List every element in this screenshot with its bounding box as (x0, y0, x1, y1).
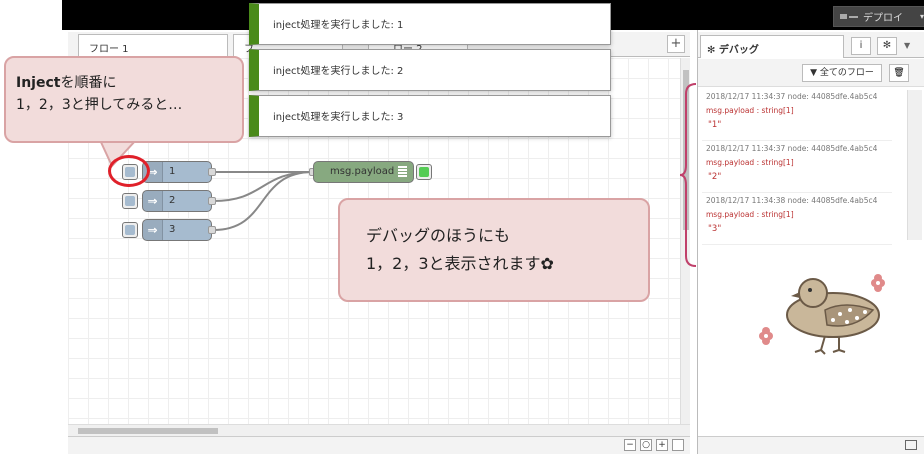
monitor-icon[interactable] (905, 440, 917, 450)
list-icon (398, 166, 407, 178)
zoom-reset-button[interactable]: ○ (640, 439, 652, 451)
tab-debug-label: デバッグ (718, 45, 759, 56)
debug-message: 2018/12/17 11:34:38 node: 44085dfe.4ab5c… (702, 193, 892, 245)
output-port[interactable] (208, 168, 216, 176)
message-value: "1" (708, 120, 722, 130)
callout-strong: Inject (16, 75, 61, 91)
message-value: "3" (708, 224, 722, 234)
inject-node-2[interactable]: ⇒ 2 (142, 190, 212, 212)
trash-icon: 🗑 (893, 68, 905, 78)
chevron-down-icon[interactable]: ▼ (904, 41, 910, 50)
callout-line: 1，2，3と押してみると… (16, 97, 183, 113)
debug-message: 2018/12/17 11:34:37 node: 44085dfe.4ab5c… (702, 89, 892, 141)
output-port[interactable] (208, 226, 216, 234)
message-meta: 2018/12/17 11:34:37 node: 44085dfe.4ab5c… (706, 144, 878, 153)
callout-line: 1，2，3と表示されます✿ (366, 254, 554, 273)
filter-icon: ▼ (810, 68, 818, 78)
wire[interactable] (212, 171, 314, 202)
inject-node-3[interactable]: ⇒ 3 (142, 219, 212, 241)
clear-messages-button[interactable]: 🗑 (889, 64, 909, 82)
callout-debug: デバッグのほうにも 1，2，3と表示されます✿ (338, 198, 650, 302)
debug-message: 2018/12/17 11:34:37 node: 44085dfe.4ab5c… (702, 141, 892, 193)
message-topic: msg.payload : string[1] (706, 106, 794, 115)
info-icon: i (859, 40, 863, 51)
workspace-footer (68, 436, 690, 454)
callout-line: Injectを順番に (16, 72, 232, 94)
message-topic: msg.payload : string[1] (706, 158, 794, 167)
debug-toolbar: ▼ 全てのフロー 🗑 (698, 59, 924, 87)
inject-trigger-button-3[interactable] (122, 222, 138, 238)
message-topic: msg.payload : string[1] (706, 210, 794, 219)
filter-flows-button[interactable]: ▼ 全てのフロー (802, 64, 882, 82)
scroll-thumb[interactable] (78, 428, 218, 434)
debug-node-label: msg.payload (330, 166, 395, 177)
message-value: "2" (708, 172, 722, 182)
message-meta: 2018/12/17 11:34:37 node: 44085dfe.4ab5c… (706, 92, 878, 101)
output-port[interactable] (208, 197, 216, 205)
tab-info[interactable]: i (851, 37, 871, 55)
tab-debug-small[interactable]: ✻ (877, 37, 897, 55)
callout-line: デバッグのほうにも (366, 226, 511, 245)
bird-illustration (759, 274, 885, 355)
notification-2: inject処理を実行しました: 2 (249, 49, 611, 91)
navigator-icon[interactable] (672, 439, 684, 451)
zoom-out-button[interactable]: − (624, 439, 636, 451)
tab-debug[interactable]: ✻ デバッグ (700, 35, 844, 58)
highlight-ring (108, 155, 150, 187)
inject-node-1[interactable]: ⇒ 1 (142, 161, 212, 183)
inject-node-label: 1 (169, 166, 176, 177)
callout-inject: Injectを順番に 1，2，3と押してみると… (4, 56, 244, 143)
sidebar-footer (698, 436, 924, 454)
bug-icon: ✻ (707, 45, 719, 56)
bug-icon: ✻ (882, 40, 892, 51)
bracket-decoration (680, 83, 697, 267)
callout-text: を順番に (60, 75, 117, 91)
notification-text: inject処理を実行しました: 1 (273, 20, 404, 31)
arrow-right-icon: ⇒ (143, 191, 163, 211)
notification-text: inject処理を実行しました: 3 (273, 112, 404, 123)
sidebar-tabs: ✻ デバッグ i ✻ ▼ (698, 32, 924, 58)
node-red-editor: デプロイ ▾ フロー 1 フ ロー 2 + ⇒ 1 ⇒ 2 ⇒ (0, 0, 924, 454)
sidebar-scrollbar[interactable] (907, 90, 922, 240)
notification-3: inject処理を実行しました: 3 (249, 95, 611, 137)
message-meta: 2018/12/17 11:34:38 node: 44085dfe.4ab5c… (706, 196, 878, 205)
inject-node-label: 3 (169, 224, 176, 235)
notification-1: inject処理を実行しました: 1 (249, 3, 611, 45)
inject-node-label: 2 (169, 195, 176, 206)
sidebar: ✻ デバッグ i ✻ ▼ ▼ 全てのフロー 🗑 2018/12/17 11:34… (697, 30, 924, 454)
inject-trigger-button-2[interactable] (122, 193, 138, 209)
filter-label: 全てのフロー (819, 68, 874, 78)
notification-text: inject処理を実行しました: 2 (273, 66, 404, 77)
workspace-horizontal-scrollbar[interactable] (68, 424, 690, 436)
arrow-right-icon: ⇒ (143, 220, 163, 240)
debug-node[interactable]: msg.payload (313, 161, 414, 183)
debug-toggle-button[interactable] (416, 164, 432, 180)
zoom-in-button[interactable]: + (656, 439, 668, 451)
